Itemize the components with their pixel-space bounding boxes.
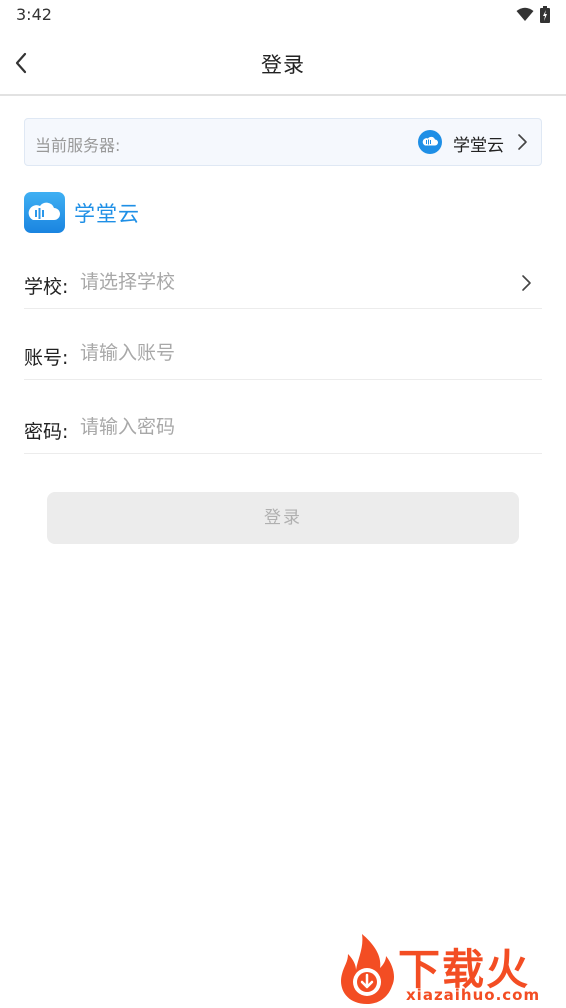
chevron-right-icon	[522, 275, 531, 291]
password-input[interactable]	[80, 409, 500, 445]
chevron-right-icon	[518, 134, 527, 150]
password-label: 密码:	[24, 421, 69, 443]
fire-logo-icon	[341, 934, 394, 1004]
nav-bar: 登录	[0, 32, 566, 96]
school-label: 学校:	[24, 276, 69, 298]
status-bar: 3:42	[0, 0, 566, 30]
status-icons	[516, 6, 550, 23]
watermark-text-en: xiazaihuo.com	[406, 986, 541, 1004]
brand-name: 学堂云	[74, 202, 140, 226]
wifi-icon	[516, 7, 534, 21]
account-field: 账号:	[24, 329, 542, 380]
server-name: 学堂云	[453, 136, 504, 156]
status-time: 3:42	[16, 5, 52, 24]
server-label: 当前服务器:	[35, 136, 121, 155]
school-input[interactable]	[80, 264, 500, 300]
battery-icon	[540, 6, 550, 23]
page-title: 登录	[261, 53, 305, 77]
login-button[interactable]: 登录	[47, 492, 519, 544]
school-field[interactable]: 学校:	[24, 258, 542, 309]
cloud-logo-icon	[418, 130, 442, 154]
account-label: 账号:	[24, 347, 69, 369]
app-logo-icon	[24, 192, 65, 233]
password-field: 密码:	[24, 403, 542, 454]
server-selector[interactable]: 当前服务器: 学堂云	[24, 118, 542, 166]
account-input[interactable]	[80, 335, 500, 371]
watermark: 下载火 xiazaihuo.com	[334, 932, 564, 1006]
